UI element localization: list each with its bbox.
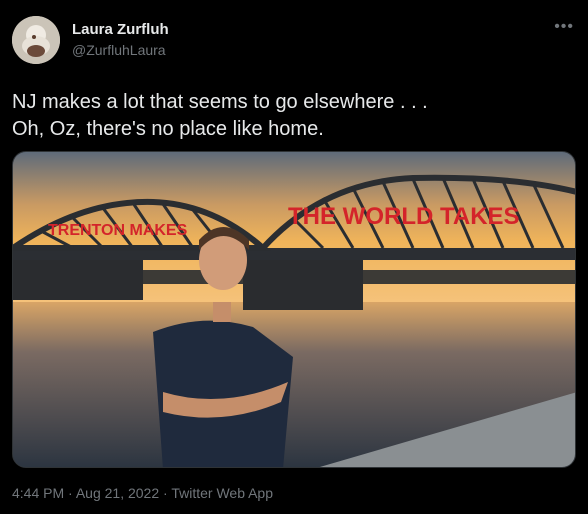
tweet-media-photo[interactable]: TRENTON MAKES THE WORLD TAKES <box>12 151 576 468</box>
more-options-icon[interactable]: ••• <box>554 19 574 35</box>
meta-separator: · <box>68 485 73 501</box>
tweet-text: NJ makes a lot that seems to go elsewher… <box>12 91 428 140</box>
tweet-metadata: 4:44 PM · Aug 21, 2022 · Twitter Web App <box>12 485 273 501</box>
tweet-time[interactable]: 4:44 PM <box>12 485 64 501</box>
tweet: Laura Zurfluh @ZurfluhLaura ••• NJ makes… <box>0 0 588 514</box>
tweet-source[interactable]: Twitter Web App <box>171 485 273 501</box>
meta-separator: · <box>163 485 168 501</box>
tweet-date[interactable]: Aug 21, 2022 <box>76 485 159 501</box>
sign-left-text: TRENTON MAKES <box>48 222 188 239</box>
sign-right-text: THE WORLD TAKES <box>288 203 520 230</box>
avatar[interactable] <box>12 16 60 64</box>
author-handle[interactable]: @ZurfluhLaura <box>72 42 166 58</box>
author-name[interactable]: Laura Zurfluh <box>72 21 169 38</box>
